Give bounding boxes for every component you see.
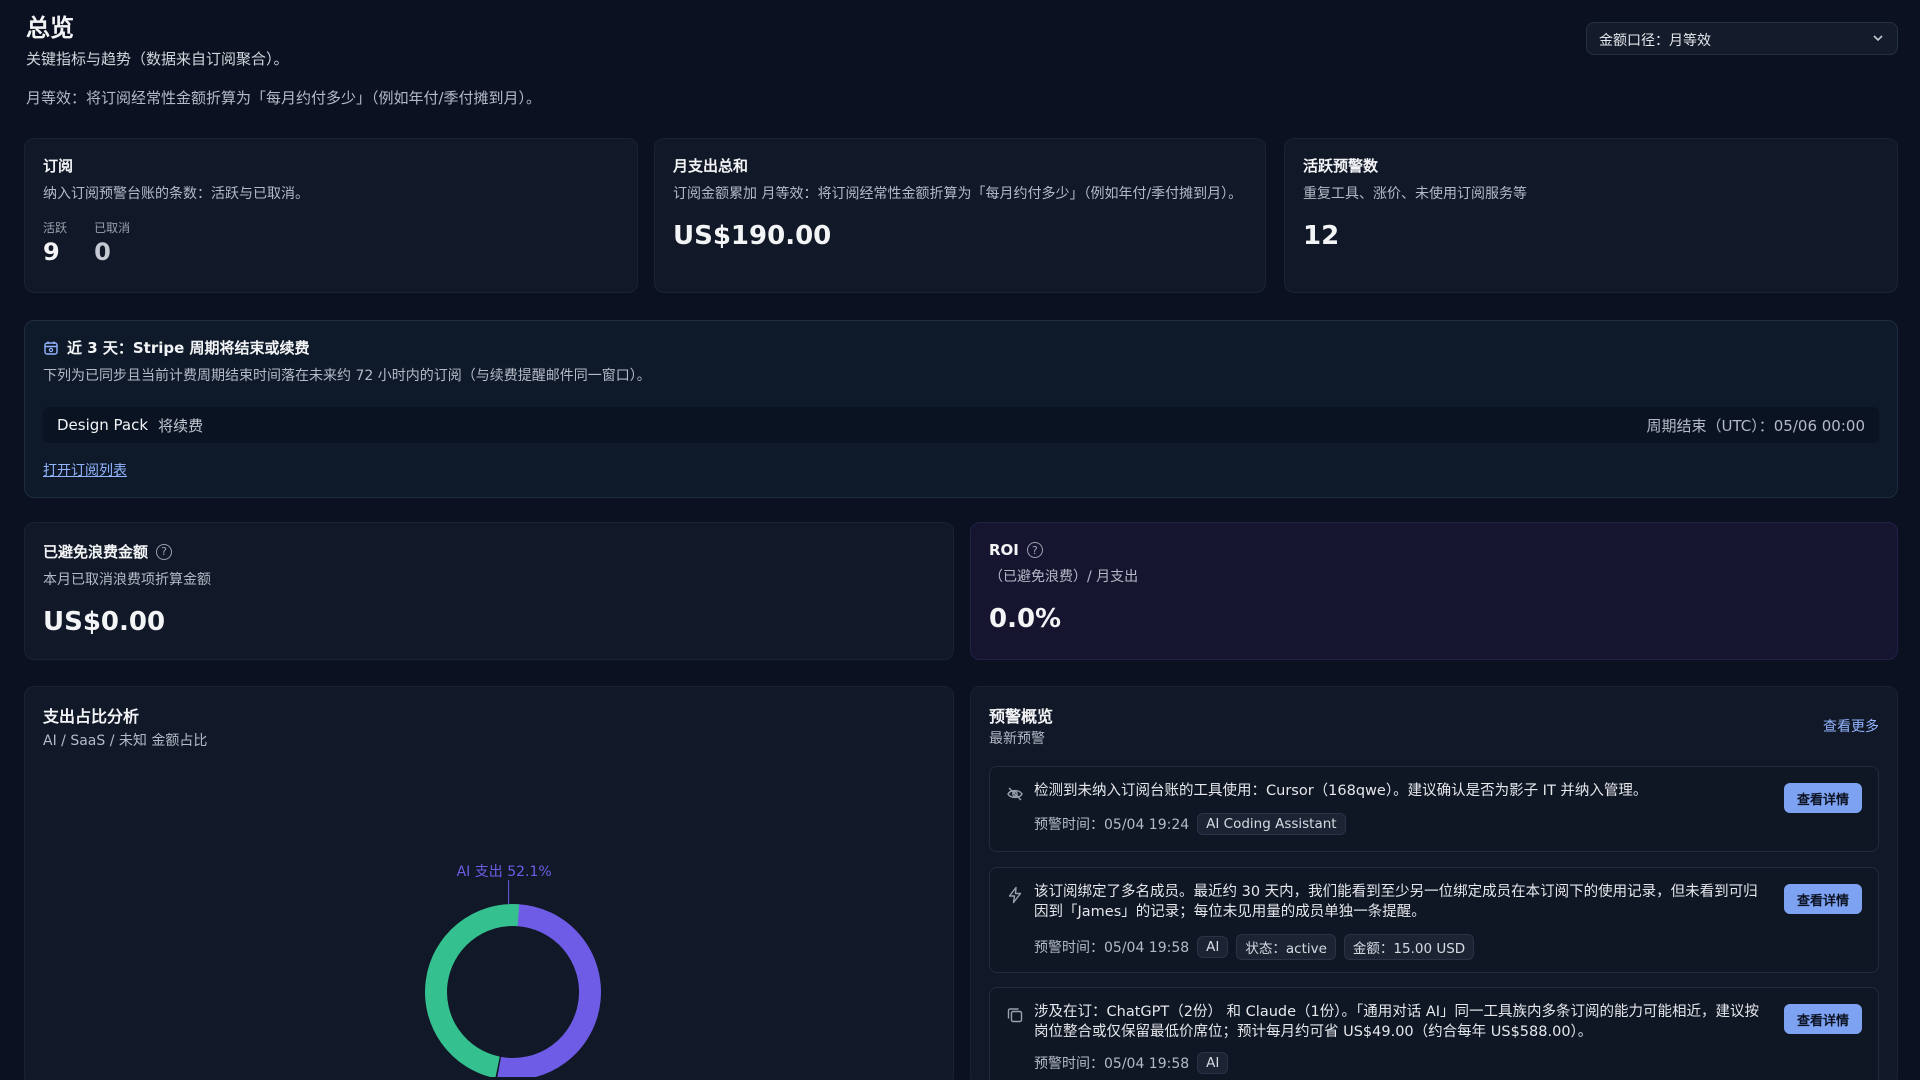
alerts-overview-card: 预警概览 最新预警 查看更多 检测到未纳入订阅台账的工具使用：Cursor（16… — [970, 686, 1898, 1080]
stripe-renewal-panel: 近 3 天：Stripe 周期将结束或续费 下列为已同步且当前计费周期结束时间落… — [24, 320, 1898, 498]
alert-text: 检测到未纳入订阅台账的工具使用：Cursor（168qwe）。建议确认是否为影子… — [1034, 783, 1648, 799]
alert-item: 检测到未纳入订阅台账的工具使用：Cursor（168qwe）。建议确认是否为影子… — [989, 766, 1879, 852]
renewal-period-end: 周期结束（UTC）：05/06 00:00 — [1646, 416, 1865, 435]
saved-title: 已避免浪费金额 — [43, 543, 149, 561]
renewal-status: 将续费 — [158, 416, 204, 435]
overview-page: 总览 关键指标与趋势（数据来自订阅聚合）。 月等效：将订阅经常性金额折算为「每月… — [24, 0, 1898, 1080]
page-note: 月等效：将订阅经常性金额折算为「每月约付多少」（例如年付/季付摊到月）。 — [26, 89, 542, 107]
view-detail-button[interactable]: 查看详情 — [1784, 1004, 1862, 1034]
slice-label-ai: AI 支出 52.1% — [457, 864, 552, 880]
saved-desc: 本月已取消浪费项折算金额 — [43, 572, 211, 588]
alert-time: 预警时间：05/04 19:58 — [1034, 940, 1190, 956]
share-subtitle: AI / SaaS / 未知 金额占比 — [43, 733, 208, 749]
copy-icon — [1007, 1008, 1023, 1023]
bolt-icon — [1008, 886, 1022, 904]
active-stat: 活跃 9 — [43, 219, 67, 266]
renewal-row[interactable]: Design Pack 将续费 周期结束（UTC）：05/06 00:00 — [43, 407, 1879, 443]
alert-tag: AI — [1197, 936, 1229, 958]
monthly-title: 月支出总和 — [673, 157, 749, 175]
alerts-count-desc: 重复工具、涨价、未使用订阅服务等 — [1303, 186, 1527, 202]
view-detail-button[interactable]: 查看详情 — [1784, 884, 1862, 914]
alert-text: 涉及在订：ChatGPT（2份） 和 Claude（1份）。「通用对话 AI」同… — [1034, 1004, 1760, 1040]
alerts-count-value: 12 — [1303, 221, 1340, 251]
stripe-title: 近 3 天：Stripe 周期将结束或续费 — [67, 339, 310, 357]
donut-slice-ai[interactable] — [497, 904, 601, 1077]
view-detail-button[interactable]: 查看详情 — [1784, 783, 1862, 813]
calendar-icon — [44, 341, 58, 355]
amount-basis-value: 金额口径：月等效 — [1599, 33, 1711, 49]
saved-waste-card: 已避免浪费金额 ? 本月已取消浪费项折算金额 US$0.00 — [24, 522, 954, 660]
active-value: 9 — [43, 238, 60, 266]
alert-tag: AI — [1197, 1052, 1229, 1074]
alert-item: 涉及在订：ChatGPT（2份） 和 Claude（1份）。「通用对话 AI」同… — [989, 987, 1879, 1080]
help-icon[interactable]: ? — [156, 543, 173, 560]
share-title: 支出占比分析 — [43, 707, 140, 726]
cancelled-label: 已取消 — [94, 221, 131, 235]
stripe-header: 近 3 天：Stripe 周期将结束或续费 — [43, 337, 1879, 358]
subscriptions-card: 订阅 纳入订阅预警台账的条数：活跃与已取消。 活跃 9 已取消 0 — [24, 138, 638, 293]
alert-text: 该订阅绑定了多名成员。最近约 30 天内，我们能看到至少另一位绑定成员在本订阅下… — [1034, 884, 1758, 920]
spend-donut-chart: AI 支出 52.1%SaaS 支出 47.9% — [425, 864, 601, 1077]
help-icon[interactable]: ? — [1026, 542, 1043, 558]
page-subtitle: 关键指标与趋势（数据来自订阅聚合）。 — [26, 50, 289, 68]
roi-card: ROI ? （已避免浪费）/ 月支出 0.0% — [970, 522, 1898, 660]
active-alerts-card: 活跃预警数 重复工具、涨价、未使用订阅服务等 12 — [1284, 138, 1898, 293]
alerts-subtitle: 最新预警 — [989, 731, 1045, 747]
alert-time: 预警时间：05/04 19:24 — [1034, 817, 1190, 833]
alert-meta: 预警时间：05/04 19:58 AI — [1034, 1052, 1229, 1074]
page-title: 总览 — [26, 14, 74, 42]
subscriptions-title: 订阅 — [43, 157, 74, 175]
alert-meta: 预警时间：05/04 19:58 AI 状态：active 金额：15.00 U… — [1034, 934, 1475, 960]
saved-value: US$0.00 — [43, 607, 166, 637]
alert-time: 预警时间：05/04 19:58 — [1034, 1056, 1190, 1072]
alert-tag: AI Coding Assistant — [1197, 813, 1346, 835]
eye-off-icon — [1007, 787, 1023, 801]
donut-slice-saas[interactable] — [425, 904, 520, 1077]
active-label: 活跃 — [43, 221, 68, 235]
monthly-value: US$190.00 — [673, 221, 832, 251]
amount-basis-select[interactable]: 金额口径：月等效 — [1586, 22, 1898, 55]
spend-share-card: 支出占比分析 AI / SaaS / 未知 金额占比 AI 支出 52.1%Sa… — [24, 686, 954, 1080]
renewal-name: Design Pack — [57, 416, 149, 434]
view-more-link[interactable]: 查看更多 — [1823, 716, 1879, 736]
cancelled-value: 0 — [94, 238, 111, 266]
alerts-title: 预警概览 — [989, 707, 1054, 726]
subscriptions-desc: 纳入订阅预警台账的条数：活跃与已取消。 — [43, 186, 309, 202]
cancelled-stat: 已取消 0 — [94, 219, 130, 266]
open-subscriptions-link[interactable]: 打开订阅列表 — [43, 460, 127, 480]
roi-value: 0.0% — [989, 604, 1062, 634]
alert-tag: 状态：active — [1236, 934, 1336, 960]
alert-tag: 金额：15.00 USD — [1343, 934, 1475, 960]
stripe-desc: 下列为已同步且当前计费周期结束时间落在未来约 72 小时内的订阅（与续费提醒邮件… — [43, 368, 651, 384]
alert-meta: 预警时间：05/04 19:24 AI Coding Assistant — [1034, 813, 1346, 835]
monthly-spend-card: 月支出总和 订阅金额累加 月等效：将订阅经常性金额折算为「每月约付多少」（例如年… — [654, 138, 1266, 293]
roi-title: ROI — [989, 541, 1019, 559]
monthly-desc: 订阅金额累加 月等效：将订阅经常性金额折算为「每月约付多少」（例如年付/季付摊到… — [673, 186, 1243, 202]
chevron-down-icon — [1873, 35, 1883, 42]
roi-desc: （已避免浪费）/ 月支出 — [989, 569, 1139, 585]
alert-item: 该订阅绑定了多名成员。最近约 30 天内，我们能看到至少另一位绑定成员在本订阅下… — [989, 867, 1879, 973]
alerts-count-title: 活跃预警数 — [1303, 157, 1379, 175]
